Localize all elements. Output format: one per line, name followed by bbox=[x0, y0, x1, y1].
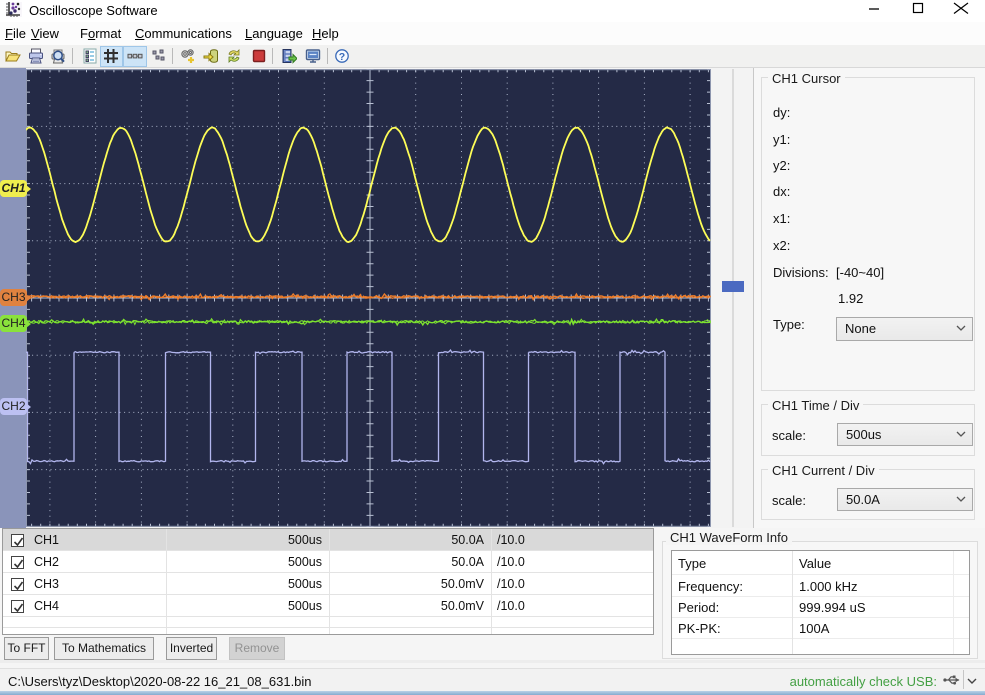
svg-text:?: ? bbox=[339, 51, 345, 63]
